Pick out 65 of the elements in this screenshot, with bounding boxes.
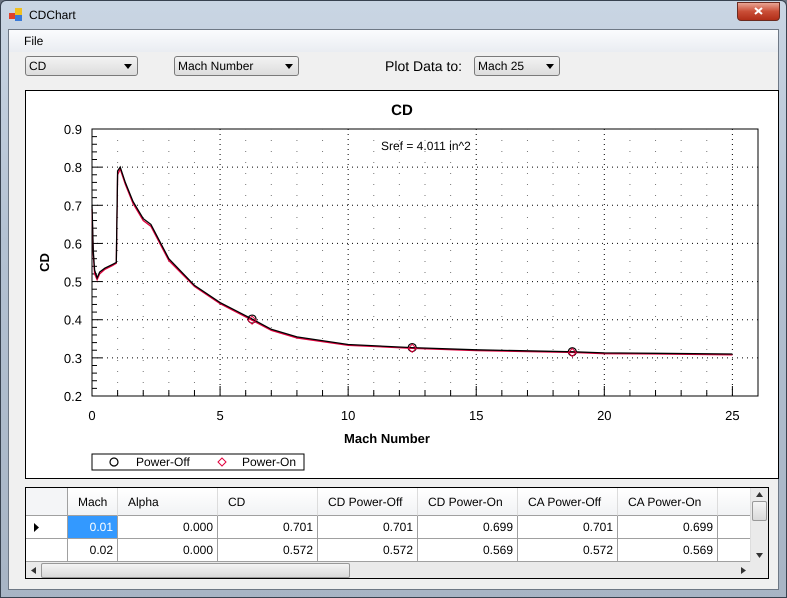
table-cell: 0.000 (118, 539, 218, 562)
y-tick-label: 0.5 (64, 274, 82, 290)
y-tick-label: 0.2 (64, 389, 82, 404)
y-tick-label: 0.4 (64, 312, 82, 328)
table-cell: 0.572 (218, 539, 318, 562)
x-tick-label: 5 (216, 408, 224, 423)
x-axis-label: Mach Number (344, 431, 430, 446)
table-cell: 0.701 (218, 516, 318, 539)
close-icon (754, 7, 763, 15)
dropdown-arrow-icon (124, 64, 132, 68)
x-tick-label: 10 (340, 408, 356, 423)
x-tick-label: 25 (725, 408, 740, 423)
table-cell: 0.01 (68, 516, 118, 539)
table-cell: 0.02 (68, 539, 118, 562)
menu-item[interactable]: File (17, 34, 50, 48)
y-tick-label: 0.8 (64, 160, 82, 176)
dropdown-arrow-icon (285, 64, 293, 68)
chart-title: CD (391, 102, 413, 119)
y-axis-label: CD (37, 253, 52, 272)
sref-note: Sref = 4.011 in^2 (381, 139, 471, 153)
table-cell: 0.569 (618, 539, 718, 562)
table-cell: 0.701 (318, 516, 418, 539)
scroll-arrow-icon[interactable] (756, 492, 763, 497)
horizontal-scrollbar[interactable] (26, 562, 768, 578)
current-row-icon (34, 522, 39, 532)
scroll-arrow-icon[interactable] (756, 553, 763, 558)
scroll-thumb[interactable] (41, 562, 350, 578)
y-tick-label: 0.7 (64, 198, 82, 214)
legend-marker (109, 457, 119, 467)
row-header[interactable] (26, 516, 68, 539)
coefficient-dropdown[interactable]: CD (25, 56, 138, 76)
plot-to-dropdown[interactable]: Mach 25 (474, 56, 560, 76)
vertical-scrollbar[interactable] (750, 488, 768, 562)
table-cell: 0.699 (418, 516, 518, 539)
table-cell: 0.569 (418, 539, 518, 562)
scroll-thumb[interactable] (752, 501, 767, 521)
column-header[interactable]: CD (218, 488, 318, 516)
column-header[interactable]: Mach (68, 488, 118, 516)
table-cell: 0.572 (518, 539, 618, 562)
scroll-arrow-icon[interactable] (741, 566, 746, 574)
y-tick-label: 0.9 (64, 122, 82, 137)
app-icon (9, 8, 23, 22)
column-header[interactable]: CA Power-On (618, 488, 718, 516)
column-header[interactable]: CA Power-Off (518, 488, 618, 516)
window-title: CDChart (29, 8, 77, 22)
x-tick-label: 20 (597, 408, 612, 423)
axis-dropdown[interactable]: Mach Number (174, 56, 299, 76)
x-tick-label: 0 (88, 408, 96, 423)
column-header[interactable]: CD Power-Off (318, 488, 418, 516)
column-header[interactable]: CD Power-On (418, 488, 518, 516)
legend-label: Power-Off (136, 455, 190, 469)
close-button[interactable] (737, 2, 780, 20)
plot-to-label: Plot Data to: (385, 58, 462, 74)
table-cell: 0.000 (118, 516, 218, 539)
legend-label: Power-On (242, 455, 296, 469)
legend-marker (217, 457, 227, 467)
y-tick-label: 0.6 (64, 236, 82, 252)
y-tick-label: 0.3 (64, 350, 82, 366)
column-header[interactable]: Alpha (118, 488, 218, 516)
table-cell: 0.572 (318, 539, 418, 562)
dropdown-arrow-icon (546, 64, 554, 68)
table-cell: 0.699 (618, 516, 718, 539)
table-cell: 0.701 (518, 516, 618, 539)
x-tick-label: 15 (469, 408, 484, 423)
scroll-arrow-icon[interactable] (31, 566, 36, 574)
